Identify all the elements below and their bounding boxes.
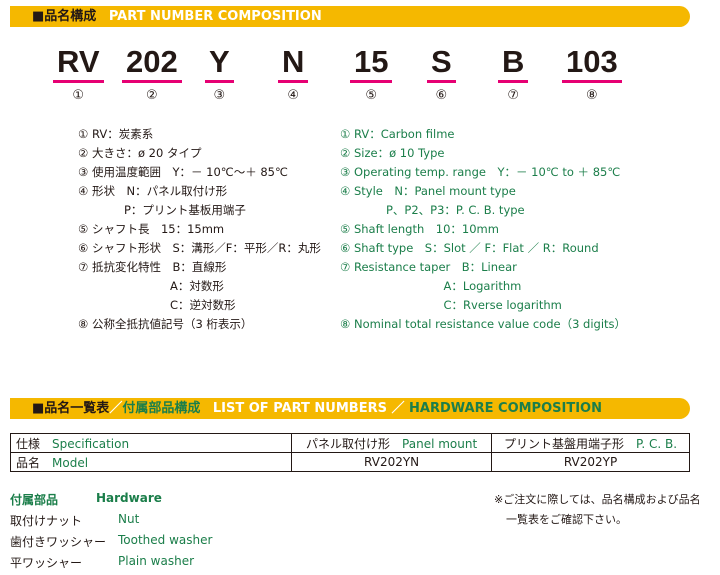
table-row-spec: 仕様 Specification パネル取付け形 Panel mount プリン… <box>9 433 690 453</box>
code-part-6: S⑥ <box>427 44 456 103</box>
jp-line-9: A：対数形 <box>78 279 224 293</box>
table-header-panel-mount: パネル取付け形 Panel mount <box>291 433 493 453</box>
hardware-item-plain-washer-jp: 平ワッシャー <box>10 556 83 570</box>
jp-line-1: ① RV：炭素系 <box>78 127 154 141</box>
hardware-item-plain-washer-en: Plain washer <box>118 554 195 568</box>
en-line-8: ⑦ Resistance taper B：Linear <box>340 260 517 274</box>
table-row-model: 品名 Model RV202YN RV202YP <box>9 452 690 472</box>
en-line-4: ④ Style N：Panel mount type <box>340 184 516 198</box>
section2-title-en1: LIST OF PART NUMBERS <box>212 401 387 416</box>
hardware-title-jp: 付属部品 <box>10 493 59 507</box>
table-label-model: 品名 Model <box>9 452 293 472</box>
en-line-2: ② Size：ø 10 Type <box>340 146 445 160</box>
code-part-8: 103 ⑧ <box>562 44 622 103</box>
section2-title-jp: ■品名一覧表／付属部品構成 <box>32 401 201 416</box>
jp-line-10: C：逆対数形 <box>78 298 236 312</box>
hardware-item-nut-jp: 取付けナット <box>10 514 83 528</box>
jp-line-3: ③ 使用温度範囲 Y：－ 10℃〜＋ 85℃ <box>78 165 288 179</box>
en-line-9: A：Logarithm <box>340 279 522 293</box>
code-part-2: 202 ② <box>122 44 182 103</box>
section2-slash-en: ／ <box>391 401 405 416</box>
section-title-en: PART NUMBER COMPOSITION <box>108 9 322 24</box>
hardware-item-toothed-washer-jp: 歯付きワッシャー <box>10 535 107 549</box>
code-part-3: Y③ <box>205 44 234 103</box>
en-line-11: ⑧ Nominal total resistance value code（3 … <box>340 317 627 331</box>
jp-line-7: ⑥ シャフト形状 S：溝形／F：平形／R：丸形 <box>78 241 321 255</box>
order-note-line-1: ※ご注文に際しては、品名構成および品名 <box>494 493 701 506</box>
en-line-7: ⑥ Shaft type S：Slot ／ F：Flat ／ R：Round <box>340 241 599 255</box>
code-part-1: RV ① <box>53 44 104 103</box>
table-header-pcb: プリント基盤用端子形 P. C. B. <box>491 433 690 453</box>
en-line-10: C：Rverse logarithm <box>340 298 562 312</box>
hardware-title-en: Hardware <box>96 491 162 505</box>
section2-title-en2: HARDWARE COMPOSITION <box>409 401 602 416</box>
table-label-spec: 仕様 Specification <box>9 433 293 453</box>
en-line-1: ① RV：Carbon filme <box>340 127 455 141</box>
section-header-part-list: ■品名一覧表／付属部品構成 LIST OF PART NUMBERS ／ HAR… <box>10 398 690 419</box>
hardware-item-toothed-washer-en: Toothed washer <box>118 533 213 547</box>
jp-line-11: ⑧ 公称全抵抗値記号（3 桁表示） <box>78 317 253 331</box>
en-line-5: P、P2、P3：P. C. B. type <box>340 203 525 217</box>
section-title-jp: ■品名構成 <box>32 9 97 24</box>
jp-line-5: P：プリント基板用端子 <box>78 203 246 217</box>
hardware-item-nut-en: Nut <box>118 512 140 526</box>
code-part-7: B⑦ <box>498 44 529 103</box>
table-cell-rv202yn: RV202YN <box>291 452 493 472</box>
code-part-5: 15 ⑤ <box>350 44 393 103</box>
part-number-table: 仕様 Specification パネル取付け形 Panel mount プリン… <box>9 433 690 472</box>
order-note-line-2: 一覧表をご確認下さい。 <box>506 513 627 526</box>
en-line-6: ⑤ Shaft length 10：10mm <box>340 222 499 236</box>
jp-line-6: ⑤ シャフト長 15：15mm <box>78 222 225 236</box>
table-cell-rv202yp: RV202YP <box>491 452 690 472</box>
code-part-4: N④ <box>278 44 309 103</box>
jp-line-8: ⑦ 抵抗変化特性 B：直線形 <box>78 260 227 274</box>
section-header-part-number: ■品名構成 PART NUMBER COMPOSITION <box>10 6 690 27</box>
jp-line-4: ④ 形状 N：パネル取付け形 <box>78 184 228 198</box>
en-line-3: ③ Operating temp. range Y：－ 10℃ to ＋ 85℃ <box>340 165 621 179</box>
jp-line-2: ② 大きさ：ø 20 タイプ <box>78 146 202 160</box>
